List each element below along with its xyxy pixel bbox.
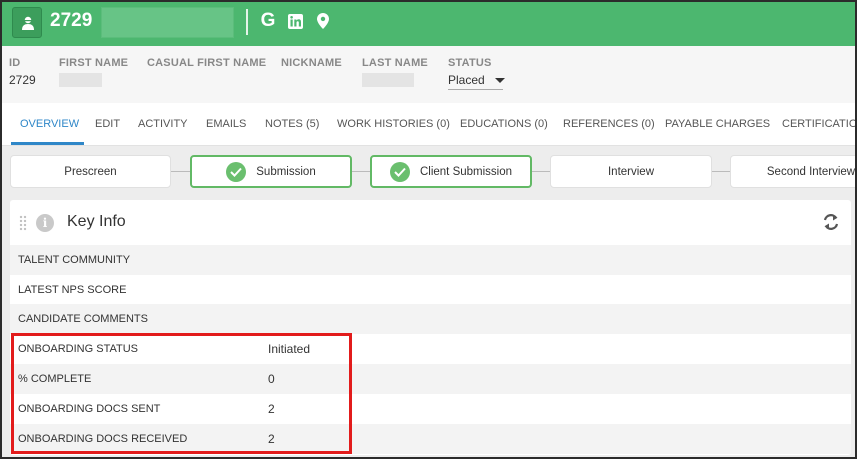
last-name-label: LAST NAME: [362, 57, 428, 69]
nickname-label: NICKNAME: [281, 57, 342, 69]
stage-label: Prescreen: [64, 165, 117, 178]
id-label: ID: [9, 57, 21, 69]
pipeline-connector: [171, 171, 191, 172]
tab-notes[interactable]: NOTES (5): [265, 118, 319, 130]
tab-educations[interactable]: EDUCATIONS (0): [460, 118, 548, 130]
record-id: 2729: [50, 10, 93, 31]
nickname-field: NICKNAME: [281, 57, 342, 69]
stage-label: Submission: [256, 165, 316, 178]
row-label: TALENT COMMUNITY: [18, 254, 131, 266]
casual-first-name-field: CASUAL FIRST NAME: [147, 57, 266, 69]
row-label: CANDIDATE COMMENTS: [18, 313, 148, 325]
tab-payable-charges[interactable]: PAYABLE CHARGES: [665, 118, 770, 130]
tab-emails[interactable]: EMAILS: [206, 118, 246, 130]
info-row-talent-community: TALENT COMMUNITY: [10, 245, 851, 275]
card-title: Key Info: [67, 213, 126, 230]
casual-first-name-label: CASUAL FIRST NAME: [147, 57, 267, 69]
tab-activity[interactable]: ACTIVITY: [138, 118, 188, 130]
first-name-redacted: [59, 73, 102, 87]
stage-submission[interactable]: Submission: [190, 155, 352, 188]
status-field: STATUS Placed: [448, 57, 505, 90]
active-tab-indicator: [11, 142, 84, 145]
stage-client-submission[interactable]: Client Submission: [370, 155, 532, 188]
header-divider: [246, 9, 248, 35]
stage-prescreen[interactable]: Prescreen: [10, 155, 171, 188]
refresh-icon[interactable]: [822, 212, 840, 232]
stage-label: Client Submission: [419, 165, 513, 178]
first-name-field: FIRST NAME: [59, 57, 128, 92]
tab-edit[interactable]: EDIT: [95, 118, 120, 130]
stage-second-interview[interactable]: Second Interview: [730, 155, 856, 188]
tab-work-histories[interactable]: WORK HISTORIES (0): [337, 118, 450, 130]
check-icon: [389, 161, 410, 182]
info-row-latest-nps-score: LATEST NPS SCORE: [10, 275, 851, 305]
info-row-candidate-comments: CANDIDATE COMMENTS: [10, 304, 851, 334]
pipeline-connector: [712, 171, 730, 172]
candidate-avatar-button[interactable]: [12, 7, 42, 38]
check-icon: [226, 161, 247, 182]
highlight-box: [11, 333, 352, 454]
pipeline-connector: [531, 171, 551, 172]
row-label: LATEST NPS SCORE: [18, 284, 127, 296]
linkedin-icon[interactable]: [287, 12, 304, 30]
status-dropdown[interactable]: Placed: [448, 73, 505, 87]
pipeline-connector: [351, 171, 371, 172]
record-header: 2729 G: [2, 2, 855, 46]
person-icon: [22, 16, 34, 30]
id-field: ID 2729: [9, 57, 36, 87]
record-tabs: OVERVIEW EDIT ACTIVITY EMAILS NOTES (5) …: [2, 103, 855, 146]
chevron-down-icon: [494, 77, 505, 83]
status-label: STATUS: [448, 57, 492, 69]
card-header: i Key Info: [10, 200, 851, 245]
google-icon[interactable]: G: [260, 10, 276, 31]
id-value: 2729: [9, 73, 36, 87]
record-summary: ID 2729 FIRST NAME CASUAL FIRST NAME NIC…: [2, 46, 855, 103]
drag-handle-icon[interactable]: [19, 215, 27, 231]
last-name-field: LAST NAME: [362, 57, 428, 92]
first-name-label: FIRST NAME: [59, 57, 129, 69]
location-icon[interactable]: [316, 12, 330, 30]
status-value: Placed: [448, 73, 485, 87]
tab-certifications[interactable]: CERTIFICATIONS: [782, 118, 855, 130]
stage-label: Second Interview: [766, 165, 856, 178]
info-icon: i: [36, 214, 54, 232]
status-underline: [448, 89, 503, 90]
tab-overview[interactable]: OVERVIEW: [20, 118, 79, 130]
candidate-name-redacted: [101, 7, 234, 38]
pipeline-bar: Prescreen Submission Client Submission I…: [2, 146, 856, 196]
stage-label: Interview: [607, 165, 655, 178]
tab-references[interactable]: REFERENCES (0): [563, 118, 655, 130]
stage-interview[interactable]: Interview: [550, 155, 712, 188]
app-window: 2729 G ID 2729 FIRST NAME CASUAL FIRST N…: [0, 0, 857, 459]
last-name-redacted: [362, 73, 414, 87]
